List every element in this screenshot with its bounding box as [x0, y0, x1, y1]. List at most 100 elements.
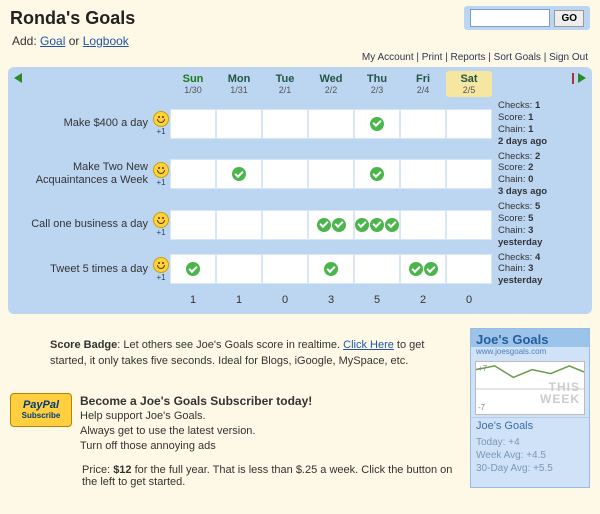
- widget-url: www.joesgoals.com: [471, 347, 589, 359]
- day-header: Mon1/31: [216, 71, 262, 97]
- link-print[interactable]: Print: [422, 52, 443, 63]
- day-header: Wed2/2: [308, 71, 354, 97]
- add-line: Add: Goal or Logbook: [0, 32, 600, 50]
- widget-title: Joe's Goals: [471, 329, 589, 347]
- widget-subtitle: Joe's Goals: [471, 417, 589, 434]
- day-header: Thu2/3: [354, 71, 400, 97]
- goal-day-cell[interactable]: [262, 159, 308, 189]
- goal-day-cell[interactable]: [216, 254, 262, 284]
- goal-day-cell[interactable]: [216, 210, 262, 240]
- goal-day-cell[interactable]: [400, 254, 446, 284]
- goal-day-cell[interactable]: [354, 210, 400, 240]
- day-header: Sun1/30: [170, 71, 216, 97]
- goal-icon-cell: +1: [152, 212, 170, 237]
- page-title: Ronda's Goals: [10, 8, 135, 29]
- day-total: 5: [354, 290, 400, 306]
- goal-day-cell[interactable]: [308, 210, 354, 240]
- check-icon: [385, 218, 399, 232]
- price-label: Price:: [82, 464, 110, 476]
- check-icon: [232, 167, 246, 181]
- goal-icon-cell: +1: [152, 111, 170, 136]
- goal-stats: Checks: 1Score: 1Chain: 12 days ago: [492, 100, 582, 148]
- subscribe-line2: Always get to use the latest version.: [80, 424, 312, 439]
- score-badge-t1: : Let others see Joe's Goals score in re…: [117, 339, 343, 351]
- calendar-icon[interactable]: [572, 73, 574, 84]
- score-badge-label: Score Badge: [50, 339, 117, 351]
- widget-week: Week Avg: +4.5: [476, 449, 584, 462]
- goal-day-cell[interactable]: [170, 210, 216, 240]
- day-header: Tue2/1: [262, 71, 308, 97]
- goal-day-cell[interactable]: [308, 109, 354, 139]
- next-week-button[interactable]: [578, 73, 586, 83]
- goal-day-cell[interactable]: [446, 159, 492, 189]
- smile-icon: [153, 257, 169, 273]
- smile-icon: [153, 111, 169, 127]
- goal-day-cell[interactable]: [354, 254, 400, 284]
- day-total: 2: [400, 290, 446, 306]
- goal-weight: +1: [156, 178, 165, 187]
- link-my-account[interactable]: My Account: [362, 52, 414, 63]
- check-icon: [355, 218, 369, 232]
- goal-day-cell[interactable]: [446, 254, 492, 284]
- check-icon: [186, 262, 200, 276]
- link-sort-goals[interactable]: Sort Goals: [494, 52, 541, 63]
- score-badge-link[interactable]: Click Here: [343, 339, 394, 351]
- goal-stats: Checks: 4Chain: 3yesterday: [492, 252, 582, 288]
- goal-day-cell[interactable]: [400, 210, 446, 240]
- check-icon: [332, 218, 346, 232]
- widget-month: 30-Day Avg: +5.5: [476, 462, 584, 475]
- goal-day-cell[interactable]: [216, 109, 262, 139]
- day-total: 3: [308, 290, 354, 306]
- day-header: Sat2/5: [446, 71, 492, 97]
- add-goal-link[interactable]: Goal: [40, 34, 65, 48]
- goal-day-cell[interactable]: [354, 159, 400, 189]
- prev-week-button[interactable]: [14, 73, 28, 83]
- goal-day-cell[interactable]: [400, 109, 446, 139]
- goal-stats: Checks: 5Score: 5Chain: 3yesterday: [492, 201, 582, 249]
- subscribe-line1: Help support Joe's Goals.: [80, 409, 312, 424]
- link-reports[interactable]: Reports: [451, 52, 486, 63]
- goal-day-cell[interactable]: [262, 210, 308, 240]
- link-sign-out[interactable]: Sign Out: [549, 52, 588, 63]
- goal-day-cell[interactable]: [308, 254, 354, 284]
- check-icon: [370, 167, 384, 181]
- goal-stats: Checks: 2Score: 2Chain: 03 days ago: [492, 151, 582, 199]
- goal-weight: +1: [156, 273, 165, 282]
- day-header: Fri2/4: [400, 71, 446, 97]
- goal-day-cell[interactable]: [308, 159, 354, 189]
- score-widget: Joe's Goals www.joesgoals.com +7 -7 THIS…: [470, 328, 590, 488]
- goal-label: Make Two New Acquaintances a Week: [12, 161, 152, 187]
- goal-day-cell[interactable]: [170, 254, 216, 284]
- subscribe-headline: Become a Joe's Goals Subscriber today!: [80, 393, 312, 409]
- price-line: Price: $12 for the full year. That is le…: [82, 464, 460, 488]
- top-links: My Account | Print | Reports | Sort Goal…: [0, 50, 600, 67]
- smile-icon: [153, 212, 169, 228]
- goal-day-cell[interactable]: [170, 109, 216, 139]
- paypal-subscribe-button[interactable]: PayPal Subscribe: [10, 393, 72, 427]
- subscribe-line3: Turn off those annoying ads: [80, 439, 312, 454]
- widget-chart: +7 -7 THIS WEEK: [475, 361, 585, 415]
- search-input[interactable]: [470, 9, 550, 27]
- add-logbook-link[interactable]: Logbook: [83, 34, 129, 48]
- goal-label: Tweet 5 times a day: [12, 263, 152, 276]
- day-total: 1: [216, 290, 262, 306]
- goal-day-cell[interactable]: [354, 109, 400, 139]
- goal-icon-cell: +1: [152, 162, 170, 187]
- goal-day-cell[interactable]: [446, 210, 492, 240]
- goal-weight: +1: [156, 127, 165, 136]
- go-button[interactable]: GO: [554, 10, 584, 27]
- goal-label: Call one business a day: [12, 218, 152, 231]
- add-prefix: Add:: [12, 34, 37, 48]
- goal-day-cell[interactable]: [216, 159, 262, 189]
- goal-day-cell[interactable]: [170, 159, 216, 189]
- goal-day-cell[interactable]: [262, 254, 308, 284]
- goal-day-cell[interactable]: [400, 159, 446, 189]
- price-value: $12: [113, 464, 131, 476]
- widget-today: Today: +4: [476, 436, 584, 449]
- goal-label: Make $400 a day: [12, 117, 152, 130]
- paypal-logo-text: PayPal: [11, 399, 71, 411]
- goal-day-cell[interactable]: [262, 109, 308, 139]
- day-total: 1: [170, 290, 216, 306]
- score-badge-blurb: Score Badge: Let others see Joe's Goals …: [50, 338, 460, 369]
- goal-day-cell[interactable]: [446, 109, 492, 139]
